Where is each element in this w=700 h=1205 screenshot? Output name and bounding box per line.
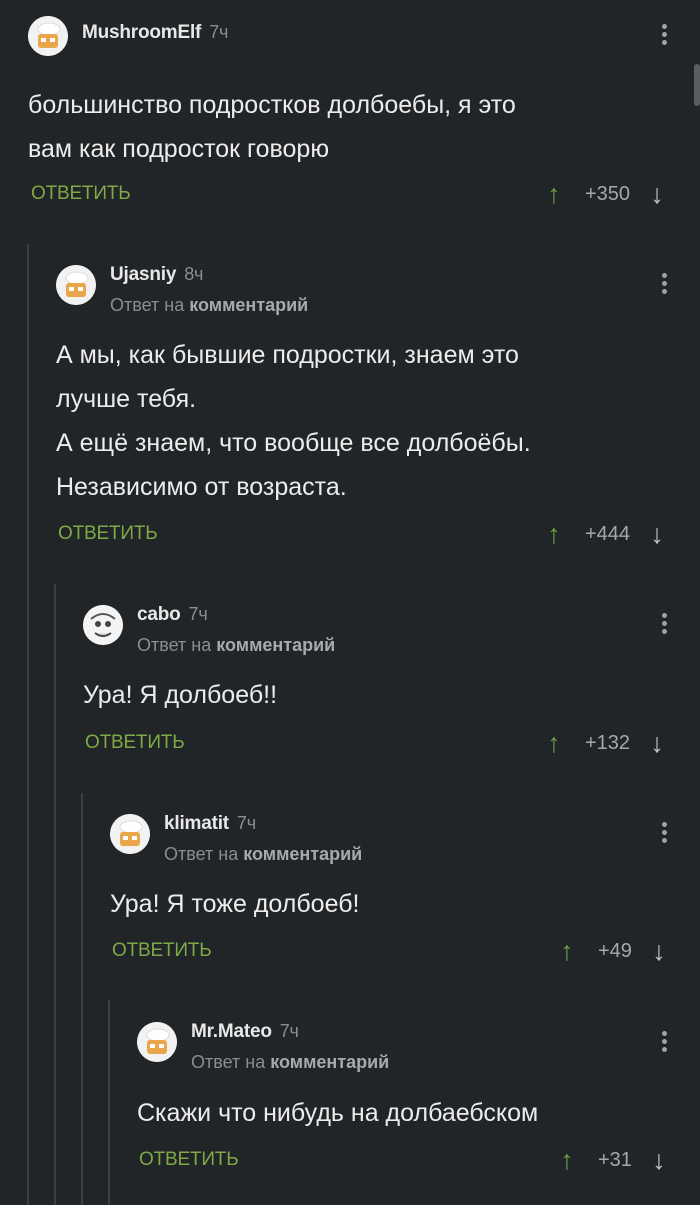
thread-line <box>108 1000 110 1205</box>
thread-line <box>81 793 83 1205</box>
more-vertical-icon[interactable] <box>657 22 671 48</box>
timestamp: 7ч <box>188 604 208 624</box>
score: +350 <box>585 182 631 205</box>
comment-text: А мы, как бывшие подростки, знаем это лу… <box>56 341 531 501</box>
reply-to-label: Ответ на комментарий <box>164 844 363 864</box>
reply-to-link[interactable]: комментарий <box>243 844 362 864</box>
arrow-up-icon[interactable]: ↑ <box>554 936 580 967</box>
timestamp: 8ч <box>184 264 204 284</box>
reply-to-label: Ответ на комментарий <box>137 635 336 655</box>
score: +132 <box>585 731 631 754</box>
arrow-down-icon[interactable]: ↓ <box>644 179 670 210</box>
arrow-down-icon[interactable]: ↓ <box>644 728 670 759</box>
score: +444 <box>585 522 631 545</box>
comment-text: Ура! Я долбоеб!! <box>83 681 278 709</box>
vote-controls: ↑ +132 ↓ <box>541 728 670 758</box>
reply-button[interactable]: ОТВЕТИТЬ <box>31 183 131 205</box>
vote-controls: ↑ +350 ↓ <box>541 179 670 209</box>
username[interactable]: cabo 7ч <box>137 604 208 626</box>
comment-text: большинство подростков долбоебы, я это в… <box>28 91 516 163</box>
vote-controls: ↑ +49 ↓ <box>554 936 672 966</box>
timestamp: 7ч <box>209 22 229 42</box>
vote-controls: ↑ +444 ↓ <box>541 519 670 549</box>
username[interactable]: Ujasniy 8ч <box>110 264 203 286</box>
arrow-up-icon[interactable]: ↑ <box>541 179 567 210</box>
avatar[interactable] <box>56 265 96 305</box>
arrow-up-icon[interactable]: ↑ <box>554 1145 580 1176</box>
avatar[interactable] <box>137 1022 177 1062</box>
avatar[interactable] <box>110 814 150 854</box>
username[interactable]: klimatit 7ч <box>164 813 256 835</box>
score: +49 <box>598 939 632 962</box>
scrollbar[interactable] <box>694 64 700 106</box>
score: +31 <box>598 1148 632 1171</box>
arrow-up-icon[interactable]: ↑ <box>541 519 567 550</box>
more-vertical-icon[interactable] <box>657 271 671 297</box>
reply-to-label: Ответ на комментарий <box>110 295 309 315</box>
reply-button[interactable]: ОТВЕТИТЬ <box>112 940 212 962</box>
reply-button[interactable]: ОТВЕТИТЬ <box>85 732 185 754</box>
reply-to-link[interactable]: комментарий <box>216 635 335 655</box>
more-vertical-icon[interactable] <box>657 611 671 637</box>
reply-button[interactable]: ОТВЕТИТЬ <box>58 523 158 545</box>
arrow-down-icon[interactable]: ↓ <box>646 936 672 967</box>
reply-to-link[interactable]: комментарий <box>270 1052 389 1072</box>
avatar[interactable] <box>83 605 123 645</box>
timestamp: 7ч <box>236 813 256 833</box>
more-vertical-icon[interactable] <box>657 820 671 846</box>
reply-to-label: Ответ на комментарий <box>191 1052 390 1072</box>
more-vertical-icon[interactable] <box>657 1029 671 1055</box>
thread-line <box>54 584 56 1205</box>
reply-button[interactable]: ОТВЕТИТЬ <box>139 1149 239 1171</box>
arrow-up-icon[interactable]: ↑ <box>541 728 567 759</box>
arrow-down-icon[interactable]: ↓ <box>644 519 670 550</box>
timestamp: 7ч <box>279 1021 299 1041</box>
comment-text: Скажи что нибудь на долбаебском <box>137 1099 539 1127</box>
vote-controls: ↑ +31 ↓ <box>554 1145 672 1175</box>
username[interactable]: Mr.Mateo 7ч <box>191 1021 299 1043</box>
comment-text: Ура! Я тоже долбоеб! <box>110 890 360 918</box>
thread-line <box>27 244 29 1205</box>
reply-to-link[interactable]: комментарий <box>189 295 308 315</box>
avatar[interactable] <box>28 16 68 56</box>
arrow-down-icon[interactable]: ↓ <box>646 1145 672 1176</box>
username[interactable]: MushroomElf 7ч <box>82 22 228 44</box>
